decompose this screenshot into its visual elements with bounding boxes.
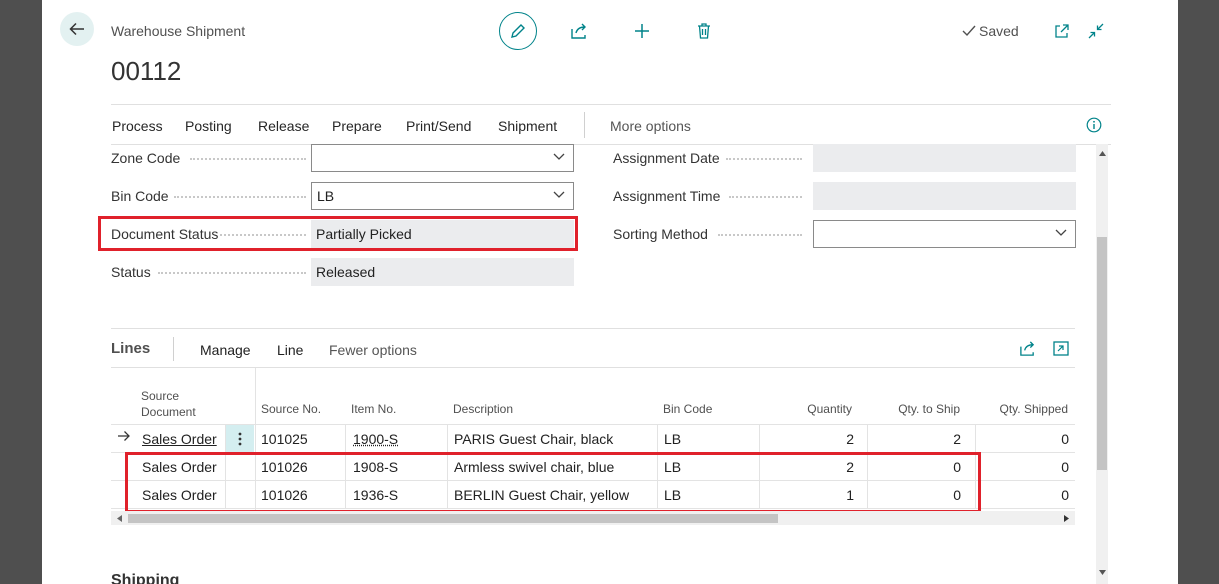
scroll-down-icon (1099, 570, 1106, 575)
open-new-window-button[interactable] (1050, 19, 1074, 43)
bin-code-dots (174, 196, 306, 198)
chevron-down-icon (553, 153, 565, 160)
row-1-description: PARIS Guest Chair, black (454, 431, 614, 447)
row-1-source-no: 101025 (261, 431, 308, 447)
bin-code-label: Bin Code (111, 188, 169, 204)
bin-code-value: LB (317, 188, 335, 204)
bin-code-select[interactable]: LB (311, 182, 574, 210)
page: Warehouse Shipment 00112 Saved Process P… (42, 0, 1178, 584)
assignment-time-dots (729, 196, 802, 198)
col-item-no[interactable]: Item No. (351, 402, 396, 416)
delete-button[interactable] (692, 19, 716, 43)
col-qty-to-ship[interactable]: Qty. to Ship (868, 402, 960, 416)
open-in-new-window-icon (1055, 24, 1069, 38)
lines-action-fewer-options[interactable]: Fewer options (329, 342, 417, 358)
page-scrollbar-thumb[interactable] (1097, 237, 1107, 470)
focus-mode-icon (1053, 340, 1069, 356)
share-icon (571, 23, 586, 39)
current-row-arrow-icon (117, 429, 131, 447)
share-icon (1019, 340, 1034, 356)
lines-action-manage[interactable]: Manage (200, 342, 251, 358)
more-vertical-icon (238, 432, 242, 445)
row-1-bin-code: LB (664, 431, 682, 447)
status-dots (158, 272, 306, 274)
breadcrumb: Warehouse Shipment (111, 23, 246, 39)
lines-separator (173, 337, 174, 361)
row-1-qty-shipped: 0 (1061, 431, 1069, 447)
row-1-actions-button[interactable] (226, 425, 254, 452)
grid-header-line (111, 424, 1075, 425)
assignment-date-field (813, 144, 1076, 172)
sorting-method-label: Sorting Method (613, 226, 708, 242)
lines-action-line[interactable]: Line (277, 342, 303, 358)
chevron-down-icon (553, 191, 565, 198)
lines-expand-button[interactable] (1049, 336, 1073, 360)
section-shipping-title[interactable]: Shipping (111, 572, 179, 584)
grid-horizontal-scrollbar[interactable] (111, 511, 1075, 525)
status-value: Released (316, 264, 376, 280)
collapse-icon (1088, 23, 1104, 39)
lines-top-divider (111, 328, 1075, 329)
zone-code-label: Zone Code (111, 150, 181, 166)
new-button[interactable] (630, 19, 654, 43)
lines-title: Lines (111, 340, 151, 357)
info-icon (1086, 117, 1102, 133)
collapse-button[interactable] (1084, 19, 1108, 43)
scroll-right-icon (1064, 515, 1069, 522)
plus-icon (635, 24, 649, 38)
row-1-source-document[interactable]: Sales Order (142, 431, 217, 447)
lines-share-button[interactable] (1015, 336, 1039, 360)
assignment-time-label: Assignment Time (613, 188, 721, 204)
saved-label: Saved (979, 23, 1019, 39)
document-status-highlight (98, 216, 578, 251)
col-source-no[interactable]: Source No. (261, 402, 321, 416)
sorting-method-dots (718, 234, 802, 236)
zone-code-select[interactable] (311, 144, 574, 172)
col-source-document-line2: Document (141, 405, 196, 419)
col-qty-shipped[interactable]: Qty. Shipped (976, 402, 1068, 416)
scroll-up-icon (1099, 151, 1106, 156)
scroll-left-icon (117, 515, 122, 522)
col-bin-code[interactable]: Bin Code (663, 402, 712, 416)
checkmark-icon (962, 25, 976, 37)
menu-separator (584, 112, 585, 138)
rows-highlight (125, 452, 981, 513)
chevron-down-icon (1055, 229, 1067, 236)
col-source-document-line1: Source (141, 389, 180, 403)
menu-posting[interactable]: Posting (185, 118, 232, 134)
back-button[interactable] (60, 12, 94, 46)
share-button[interactable] (567, 19, 591, 43)
page-scrollbar[interactable] (1096, 144, 1108, 584)
arrow-left-icon (69, 22, 84, 36)
menu-prepare[interactable]: Prepare (332, 118, 382, 134)
menu-process[interactable]: Process (112, 118, 163, 134)
row-1-item-no[interactable]: 1900-S (353, 431, 398, 447)
header-divider (111, 104, 1111, 105)
page-title: 00112 (111, 56, 182, 86)
row-1-qty-to-ship: 2 (953, 431, 961, 447)
saved-status: Saved (962, 23, 1019, 39)
row-2-qty-shipped: 0 (1061, 459, 1069, 475)
menu-print-send[interactable]: Print/Send (406, 118, 471, 134)
menu-release[interactable]: Release (258, 118, 309, 134)
col-source-document[interactable]: Source Document (141, 388, 196, 420)
zone-code-dots (190, 158, 306, 160)
col-quantity[interactable]: Quantity (760, 402, 852, 416)
grid-scrollbar-thumb[interactable] (128, 514, 778, 523)
edit-button[interactable] (499, 12, 537, 50)
row-1-quantity: 2 (846, 431, 854, 447)
status-field: Released (311, 258, 574, 286)
sorting-method-select[interactable] (813, 220, 1076, 248)
menu-more-options[interactable]: More options (610, 118, 691, 134)
menu-shipment[interactable]: Shipment (498, 118, 557, 134)
col-description[interactable]: Description (453, 402, 513, 416)
assignment-date-dots (726, 158, 802, 160)
trash-icon (698, 23, 710, 39)
info-button[interactable] (1082, 113, 1106, 137)
row-3-qty-shipped: 0 (1061, 487, 1069, 503)
pencil-icon (511, 24, 525, 38)
status-label: Status (111, 264, 151, 280)
assignment-time-field (813, 182, 1076, 210)
assignment-date-label: Assignment Date (613, 150, 720, 166)
